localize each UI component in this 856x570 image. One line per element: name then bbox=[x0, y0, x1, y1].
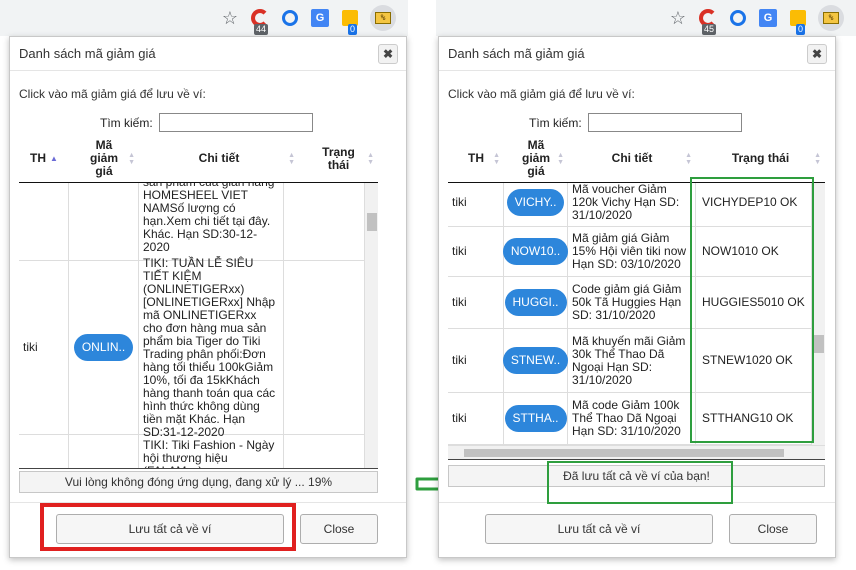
table-body: sản phẩm của gian hàng HOMESHEEL VIET NA… bbox=[19, 183, 378, 468]
cell-detail: TIKI: TUẦN LỄ SIÊU TIẾT KIỆM (ONLINETIGE… bbox=[139, 256, 284, 438]
table-row: TIKI: Tiki Fashion - Ngày hội thương hiệ… bbox=[19, 435, 364, 468]
cell-code: STNEW.. bbox=[502, 329, 569, 392]
cell-detail: Mã giảm giá Giảm 15% Hội viên tiki now H… bbox=[568, 227, 696, 276]
column-header-code[interactable]: Mã giảm giá ▲ ▼ bbox=[69, 135, 139, 182]
column-header-th[interactable]: TH ▲ ▼ bbox=[448, 135, 504, 182]
cell-code bbox=[69, 435, 139, 468]
sort-icon: ▲ ▼ bbox=[128, 151, 135, 166]
coupon-code-button[interactable]: NOW10.. bbox=[502, 238, 569, 265]
cell-code: ONLIN.. bbox=[69, 261, 139, 434]
cell-code bbox=[69, 183, 139, 260]
coupon-code-button[interactable]: HUGGI.. bbox=[504, 289, 567, 316]
highlight-status-message bbox=[547, 461, 733, 504]
column-header-detail[interactable]: Chi tiết ▲ ▼ bbox=[568, 135, 696, 182]
coupon-extension-icon[interactable]: % bbox=[370, 5, 396, 31]
sort-icon: ▲ ▼ bbox=[814, 151, 821, 166]
coupon-extension-icon[interactable]: % bbox=[818, 5, 844, 31]
browser-toolbar-right: ☆ 45 G 0 % bbox=[436, 0, 856, 36]
cell-detail: Code giảm giá Giảm 50k Tã Huggies Hạn SD… bbox=[568, 277, 696, 328]
popup-title: Danh sách mã giảm giá bbox=[19, 46, 156, 61]
cell-code: STTHA.. bbox=[504, 393, 568, 444]
bookmark-star-icon[interactable]: ☆ bbox=[668, 8, 688, 28]
coupon-code-button[interactable]: STNEW.. bbox=[502, 347, 569, 374]
cell-code: VICHY.. bbox=[504, 183, 568, 226]
translate-extension-icon[interactable]: G bbox=[758, 8, 778, 28]
cell-th: tiki bbox=[448, 183, 504, 226]
ring-extension-icon[interactable] bbox=[728, 8, 748, 28]
extension-badge-count: 45 bbox=[702, 24, 717, 35]
cell-status bbox=[284, 261, 364, 434]
coupon-code-button[interactable]: ONLIN.. bbox=[73, 334, 134, 361]
translate-extension-icon[interactable]: G bbox=[310, 8, 330, 28]
cell-code: NOW10.. bbox=[502, 227, 569, 276]
table-header: TH ▲ ▼ Mã giảm giá ▲ ▼ Chi tiết ▲ ▼ Trạng thái… bbox=[448, 135, 825, 183]
search-row: Tìm kiếm: bbox=[100, 113, 313, 132]
extension-badge-count: 0 bbox=[348, 24, 358, 35]
red-extension-icon[interactable]: 45 bbox=[698, 8, 718, 35]
cell-detail: Mã voucher Giảm 120k Vichy Hạn SD: 31/10… bbox=[568, 183, 696, 226]
cell-detail: TIKI: Tiki Fashion - Ngày hội thương hiệ… bbox=[139, 435, 284, 468]
bookmark-star-icon[interactable]: ☆ bbox=[220, 8, 240, 28]
ring-extension-icon[interactable] bbox=[280, 8, 300, 28]
table-header: TH ▲ Mã giảm giá ▲ ▼ Chi tiết ▲ ▼ Trạng thái ▲… bbox=[19, 135, 378, 183]
progress-status: Vui lòng không đóng ứng dụng, đang xử lý… bbox=[19, 471, 378, 493]
sort-icon: ▲ ▼ bbox=[685, 151, 692, 166]
sort-icon: ▲ ▼ bbox=[367, 151, 374, 166]
close-button[interactable]: Close bbox=[729, 514, 817, 544]
sort-icon: ▲ ▼ bbox=[288, 151, 295, 166]
cell-th: tiki bbox=[19, 261, 69, 434]
highlight-save-button bbox=[40, 503, 296, 551]
close-icon[interactable]: ✖ bbox=[378, 43, 398, 64]
sort-icon: ▲ ▼ bbox=[493, 151, 500, 166]
sort-asc-icon: ▲ bbox=[50, 154, 58, 163]
cell-th: tiki bbox=[448, 393, 504, 444]
column-header-detail[interactable]: Chi tiết ▲ ▼ bbox=[139, 135, 299, 182]
vertical-scrollbar[interactable] bbox=[364, 183, 378, 468]
cell-status bbox=[284, 183, 364, 260]
cell-th: tiki bbox=[448, 227, 504, 276]
extension-badge-count: 0 bbox=[796, 24, 806, 35]
coupon-table: TH ▲ Mã giảm giá ▲ ▼ Chi tiết ▲ ▼ Trạng thái ▲… bbox=[19, 135, 378, 469]
search-input[interactable] bbox=[587, 113, 742, 132]
extension-badge-count: 44 bbox=[254, 24, 269, 35]
cell-detail: sản phẩm của gian hàng HOMESHEEL VIET NA… bbox=[139, 183, 284, 260]
cell-th bbox=[19, 435, 69, 468]
save-all-button[interactable]: Lưu tất cả về ví bbox=[485, 514, 713, 544]
cell-th: tiki bbox=[448, 329, 504, 392]
yellow-extension-icon[interactable]: 0 bbox=[788, 8, 808, 35]
cell-detail: Mã khuyến mãi Giảm 30k Thể Thao Dã Ngoại… bbox=[568, 329, 696, 392]
highlight-status-column bbox=[690, 177, 814, 443]
cell-detail: Mã code Giảm 100k Thể Thao Dã Ngoại Hạn … bbox=[568, 393, 696, 444]
column-header-status[interactable]: Trạng thái ▲ ▼ bbox=[696, 135, 825, 182]
search-label: Tìm kiếm: bbox=[100, 115, 153, 130]
sort-icon: ▲ ▼ bbox=[557, 151, 564, 166]
table-row: tiki ONLIN.. TIKI: TUẦN LỄ SIÊU TIẾT KIỆ… bbox=[19, 256, 364, 438]
close-button[interactable]: Close bbox=[300, 514, 378, 544]
search-input[interactable] bbox=[158, 113, 313, 132]
coupon-popup-left: Danh sách mã giảm giá ✖ Click vào mã giả… bbox=[9, 36, 407, 558]
cell-code: HUGGI.. bbox=[504, 277, 568, 328]
column-header-status[interactable]: Trạng thái ▲ ▼ bbox=[299, 135, 378, 182]
popup-header: Danh sách mã giảm giá ✖ bbox=[10, 37, 406, 71]
column-header-code[interactable]: Mã giảm giá ▲ ▼ bbox=[504, 135, 568, 182]
instruction-text: Click vào mã giảm giá để lưu về ví: bbox=[19, 87, 206, 101]
horizontal-scrollbar[interactable] bbox=[448, 445, 825, 459]
search-row: Tìm kiếm: bbox=[529, 113, 742, 132]
search-label: Tìm kiếm: bbox=[529, 115, 582, 130]
coupon-code-button[interactable]: VICHY.. bbox=[506, 189, 565, 216]
close-icon[interactable]: ✖ bbox=[807, 43, 827, 64]
table-row: sản phẩm của gian hàng HOMESHEEL VIET NA… bbox=[19, 183, 364, 261]
yellow-extension-icon[interactable]: 0 bbox=[340, 8, 360, 35]
cell-th bbox=[19, 183, 69, 260]
column-header-th[interactable]: TH ▲ bbox=[19, 135, 69, 182]
red-extension-icon[interactable]: 44 bbox=[250, 8, 270, 35]
browser-toolbar-left: ☆ 44 G 0 % bbox=[0, 0, 408, 36]
coupon-code-button[interactable]: STTHA.. bbox=[504, 405, 567, 432]
cell-th: tiki bbox=[448, 277, 504, 328]
instruction-text: Click vào mã giảm giá để lưu về ví: bbox=[448, 87, 635, 101]
popup-title: Danh sách mã giảm giá bbox=[448, 46, 585, 61]
popup-header: Danh sách mã giảm giá ✖ bbox=[439, 37, 835, 71]
cell-status bbox=[284, 435, 364, 468]
